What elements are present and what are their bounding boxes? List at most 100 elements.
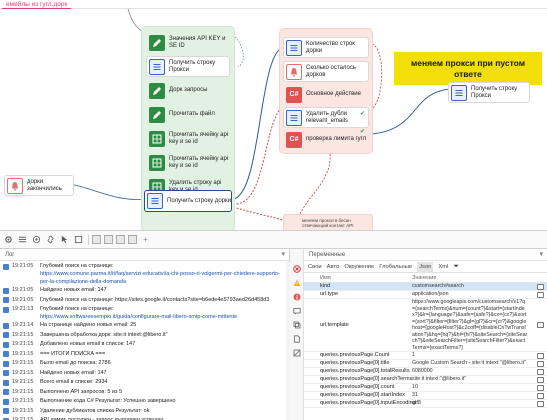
chevron-down-icon[interactable]: ▾ [281,249,285,261]
toolbar-block-button[interactable] [104,235,113,244]
copy-icon[interactable] [535,390,544,399]
warning-icon[interactable] [293,279,301,287]
toolbar-block-button[interactable] [116,235,125,244]
info-icon [3,306,9,313]
node-dorks-remaining[interactable]: Сколько осталось дорков [283,61,369,82]
node-change-proxy-stub[interactable]: меняем прокси в бесан отвечающий контакт… [283,214,373,230]
node-dorks-ended[interactable]: дорки закончились [4,175,74,196]
node-read-cell-2[interactable]: Прочитать ячейку api key и se id [146,152,230,173]
frame-icon[interactable] [73,234,84,245]
copy-icon[interactable] [535,358,544,367]
log-row[interactable]: 19:21:15 Завершена обработка дорк: site:i… [0,331,286,341]
filter-icon[interactable]: ⏷ [453,262,459,272]
column-name[interactable]: Имя [304,274,412,282]
note-banner[interactable]: меняем прокси при пустом ответе [394,52,542,85]
project-tab[interactable]: емейлы из гугл.дорк [2,0,72,9]
tab-json[interactable]: Json [417,262,434,272]
target-icon[interactable] [31,234,42,245]
log-list[interactable]: 19:21:05 Глубокий поиск на странице: https… [0,262,286,420]
edit-icon [149,82,165,99]
log-row[interactable]: 19:21:15 API лимит доступен - запрос выпо… [0,416,286,420]
log-row[interactable]: 19:21:15 Выполнение кода C# Результат: Ус… [0,397,286,407]
node-read-file[interactable]: Прочитать файл [146,104,230,125]
log-row[interactable]: 19:21:15 Найдено новых email: 147 [0,369,286,379]
log-row[interactable]: 19:21:05 Найдено новых email: 147 [0,286,286,296]
node-get-proxy-line[interactable]: Получить строку Прокси [146,56,230,77]
variable-row[interactable]: queries.previousPage[0].title Google Cust… [304,358,547,368]
copy-icon[interactable] [535,320,544,328]
variable-name: queries.previousPage[0].title [320,360,390,366]
node-label: дорки закончились [27,178,62,192]
toolbar-block-button[interactable] [128,235,137,244]
cursor-icon[interactable] [59,234,70,245]
node-dork-queries[interactable]: Дорк запросы [146,80,230,101]
log-link[interactable]: https://www.softwareesempio.it/guida/con… [40,313,286,321]
log-text: === ИТОГИ ПОИСКА === [40,350,286,358]
variables-panel: Переменные ▾ Свои Авто Окружение Глобаль… [304,249,547,420]
log-row[interactable]: 19:21:14 На странице найдено новых email:… [0,321,286,331]
node-remove-duplicates[interactable]: Удалить дубли relevant_emails ✔ [283,107,369,128]
variable-row[interactable]: queries.previousPage.Count 1 [304,350,547,360]
log-row[interactable]: 19:21:15 === ИТОГИ ПОИСКА === [0,350,286,360]
node-api-key-values[interactable]: Значения API KEY и SE ID [146,32,230,53]
info-icon [3,332,9,338]
workflow-canvas[interactable]: Значения API KEY и SE ID Получить строку… [0,9,547,230]
error-icon[interactable] [293,265,301,273]
clear-icon[interactable] [293,349,301,357]
log-row[interactable]: 19:21:15 Добавлено новых email в список: … [0,340,286,350]
variable-row[interactable]: queries.previousPage[0].startIndex 31 [304,390,547,400]
toolbar-block-button[interactable] [92,235,101,244]
copy-icon[interactable] [293,321,301,329]
copy-icon[interactable] [535,350,544,359]
log-time: 19:21:05 [12,263,34,269]
log-time: 19:21:15 [12,360,34,366]
tab-xml[interactable]: Xml [438,262,448,272]
variable-row[interactable]: queries.previousPage[0].totalResults 6080… [304,366,547,376]
node-get-dork-line[interactable]: Получить строку дорки [144,190,232,212]
info-icon [3,389,9,395]
document-icon[interactable] [293,335,301,343]
copy-icon[interactable] [535,366,544,375]
variable-row[interactable]: url.template https://www.googleapis.com/c… [304,299,547,352]
log-row[interactable]: 19:21:15 Всего email в списке: 2934 [0,378,286,388]
log-row[interactable]: 19:21:05 Глубокий поиск на странице: http… [0,296,286,306]
tab-global[interactable]: Глобальные [379,262,412,272]
variable-row[interactable]: kind customsearch#search [304,283,547,291]
info-icon[interactable] [293,293,301,301]
node-google-limit-check[interactable]: C# проверка лимита гугл ✔ [283,129,369,150]
chevron-down-icon[interactable]: ▾ [539,249,543,261]
node-main-action[interactable]: C# Основное действие [283,84,369,105]
add-icon[interactable]: + [140,234,151,245]
settings-icon[interactable] [3,234,14,245]
copy-icon[interactable] [535,374,544,383]
tab-environment[interactable]: Окружение [344,262,374,272]
copy-icon[interactable] [535,283,544,290]
node-get-proxy-line-right[interactable]: Получить строку Прокси [448,82,530,103]
tab-own[interactable]: Свои [308,262,322,272]
column-value[interactable]: Значение [412,274,436,282]
tab-auto[interactable]: Авто [327,262,340,272]
log-row[interactable]: 19:21:05 Глубокий поиск на странице: https… [0,262,286,286]
log-row[interactable]: 19:21:15 Было email до поиска: 2786 [0,359,286,369]
node-read-cell-1[interactable]: Прочитать ячейку api key и se id [146,128,230,149]
log-message: Добавлено новых email в список: 147 [40,341,136,347]
list-icon[interactable] [17,234,28,245]
variable-row[interactable]: queries.previousPage[0].searchTerms site:… [304,374,547,384]
log-row[interactable]: 19:21:13 Глубокий поиск на странице: https… [0,305,286,321]
log-row[interactable]: 19:21:15 Выполнено API запросов: 5 из 5 [0,388,286,398]
copy-icon[interactable] [535,398,544,407]
log-row[interactable]: 19:21:15 Удаление дубликатов списка Резул… [0,407,286,417]
copy-icon[interactable] [535,382,544,391]
variable-row[interactable]: queries.previousPage[0].count 10 [304,382,547,392]
copy-icon[interactable] [535,289,544,298]
log-message: Глубокий поиск на странице: [40,306,114,312]
log-time: 19:21:15 [12,341,34,347]
variable-value: customsearch#search [412,283,464,290]
link-icon[interactable] [45,234,56,245]
node-dork-row-count[interactable]: Количество строк дорки [283,37,369,58]
variable-row[interactable]: queries.previousPage[0].inputEncoding utf… [304,398,547,408]
message-icon[interactable] [293,307,301,315]
variable-row[interactable]: url.type application/json [304,289,547,299]
variables-table[interactable]: kind customsearch#search url.type applicati… [304,283,547,420]
log-link[interactable]: https://www.comune.parma.it/it/faq/servi… [40,270,286,286]
